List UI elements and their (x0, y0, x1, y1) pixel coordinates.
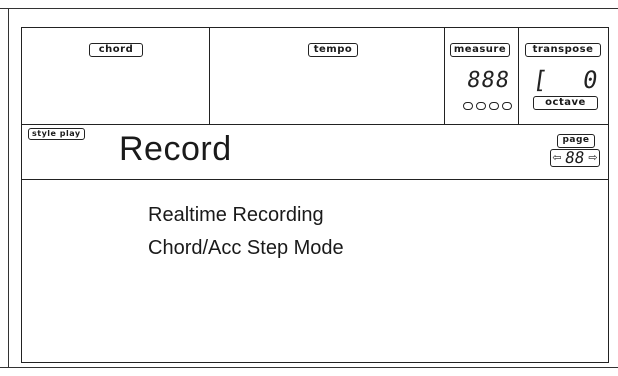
menu-item-realtime-recording[interactable]: Realtime Recording (148, 199, 344, 232)
transpose-value: 0 (581, 66, 601, 94)
arrow-left-icon[interactable]: ⇦ (552, 150, 562, 166)
beat-dot (489, 102, 499, 110)
measure-readout: 888 (465, 68, 512, 93)
tempo-section: tempo (210, 28, 445, 124)
beat-dot (476, 102, 486, 110)
record-menu: Realtime Recording Chord/Acc Step Mode (148, 199, 344, 265)
bottom-border (0, 367, 618, 368)
display-frame: chord tempo measure 888 transpose [ 0 oc… (21, 27, 609, 363)
page-number: 88 (564, 148, 587, 167)
measure-section: measure 888 (445, 28, 519, 124)
left-border (8, 8, 9, 368)
page-indicator: page ⇦ 88 ⇨ (550, 134, 602, 168)
transpose-sign: [ (531, 66, 551, 94)
beat-indicator (463, 102, 512, 110)
arrow-right-icon[interactable]: ⇨ (588, 150, 598, 166)
page-title: Record (119, 130, 232, 168)
title-bar: style play Record page ⇦ 88 ⇨ (22, 124, 608, 180)
chord-section: chord (22, 28, 210, 124)
measure-label: measure (450, 43, 510, 57)
octave-label: octave (533, 96, 598, 110)
tempo-label: tempo (308, 43, 358, 57)
header-row: chord tempo measure 888 transpose [ 0 oc… (22, 28, 608, 125)
beat-dot (463, 102, 473, 110)
transpose-section: transpose [ 0 octave (519, 28, 608, 124)
page-control[interactable]: ⇦ 88 ⇨ (550, 148, 600, 167)
top-border (0, 8, 618, 9)
page-label: page (557, 134, 595, 148)
transpose-label: transpose (525, 43, 601, 57)
menu-item-chord-acc-step-mode[interactable]: Chord/Acc Step Mode (148, 232, 344, 265)
chord-label: chord (89, 43, 143, 57)
beat-dot (502, 102, 512, 110)
mode-badge: style play (28, 128, 85, 140)
